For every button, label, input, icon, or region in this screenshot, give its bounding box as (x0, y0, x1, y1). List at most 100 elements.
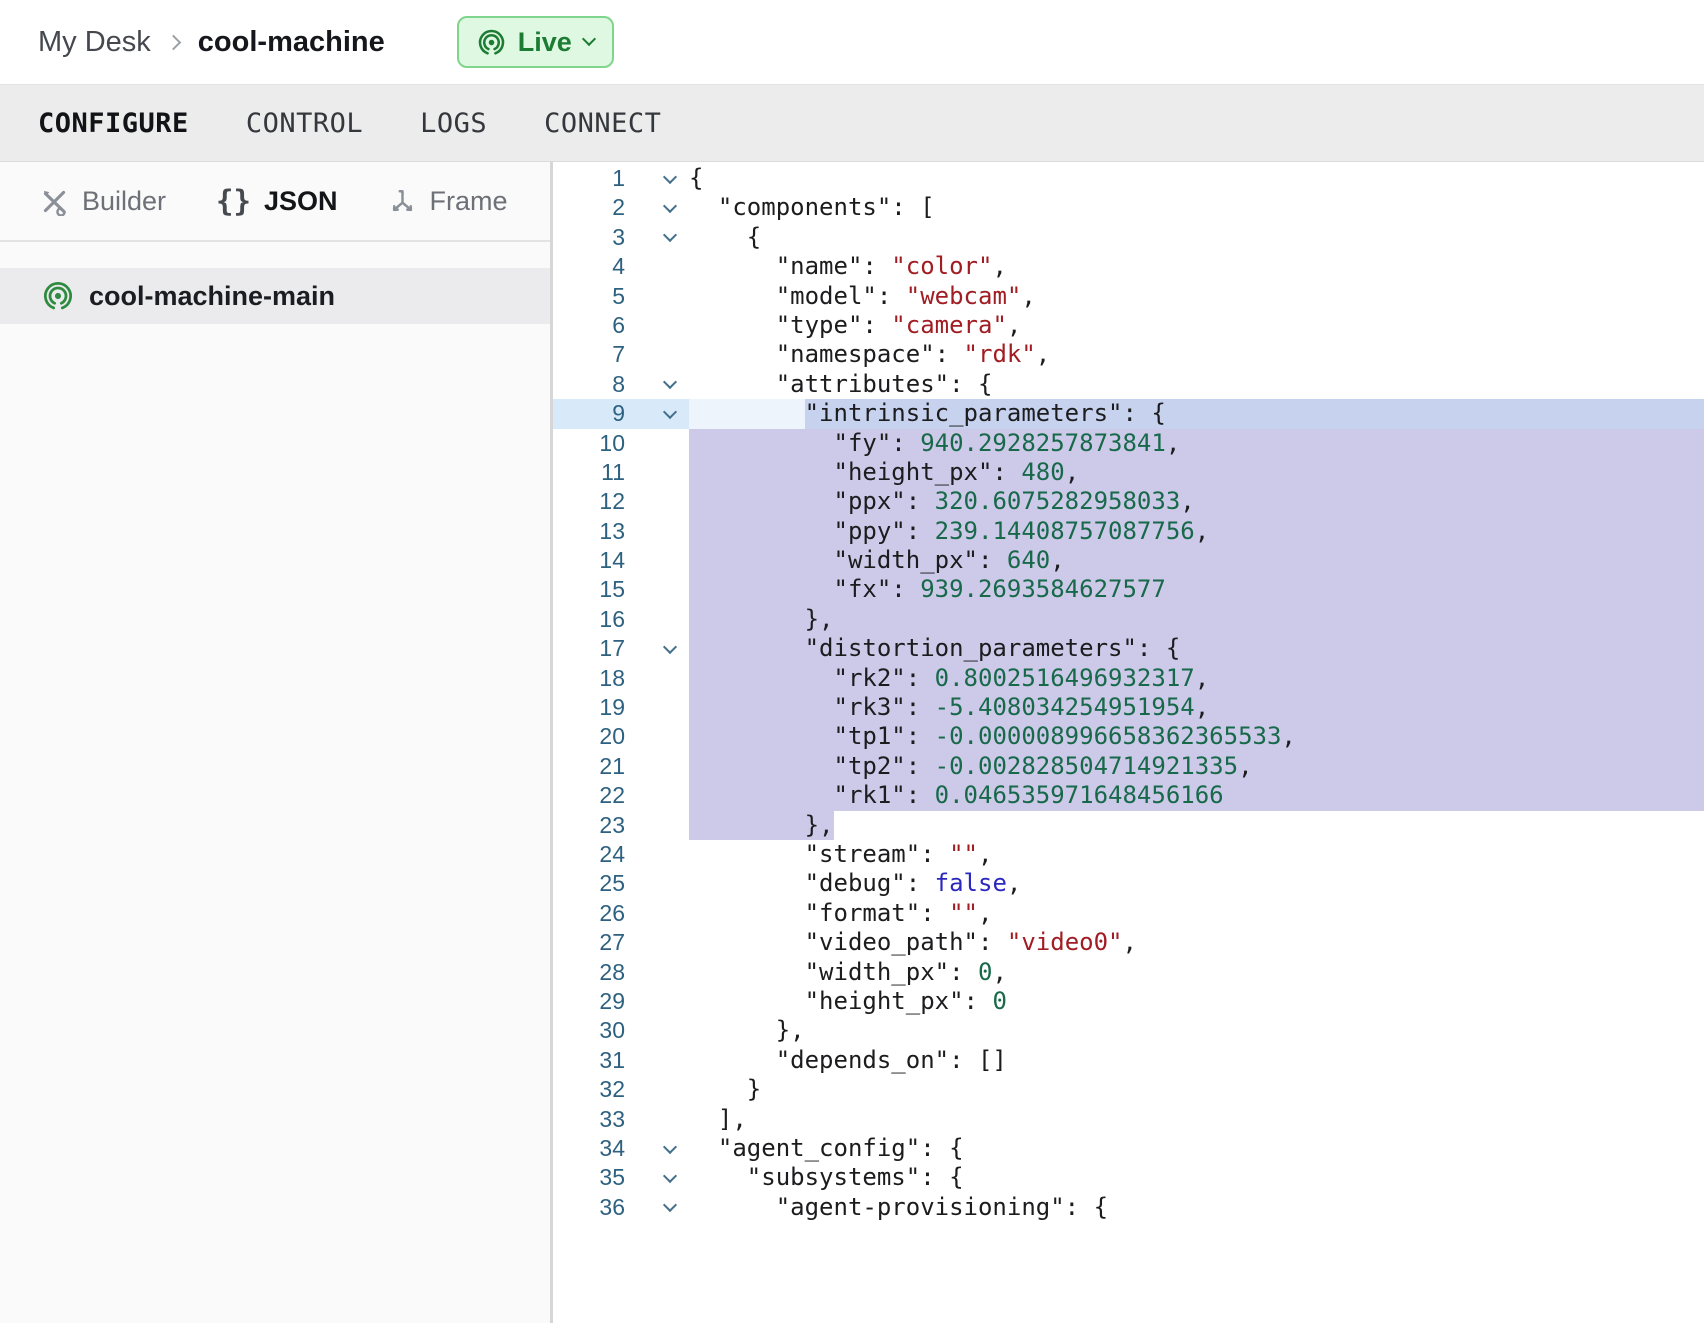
code-line[interactable]: 33 ], (553, 1105, 1704, 1134)
code-line[interactable]: 10 "fy": 940.2928257873841, (553, 429, 1704, 458)
fold-spacer (625, 987, 689, 1016)
code-token: "color" (891, 252, 992, 281)
fold-toggle[interactable] (625, 193, 689, 222)
line-number: 11 (553, 458, 625, 487)
code-line[interactable]: 12 "ppx": 320.6075282958033, (553, 487, 1704, 516)
code-token: "rk2": (689, 664, 935, 693)
machine-status-dropdown[interactable]: Live (457, 16, 614, 68)
json-code-editor[interactable]: 1{2 "components": [3 {4 "name": "color",… (553, 162, 1704, 1323)
code-text: "namespace": "rdk", (689, 340, 1704, 369)
code-line[interactable]: 34 "agent_config": { (553, 1134, 1704, 1163)
code-line[interactable]: 28 "width_px": 0, (553, 958, 1704, 987)
code-line[interactable]: 27 "video_path": "video0", (553, 928, 1704, 957)
code-text: "width_px": 640, (689, 546, 1704, 575)
code-line[interactable]: 30 }, (553, 1016, 1704, 1045)
code-token: 480 (1021, 458, 1064, 487)
fold-spacer (625, 928, 689, 957)
main-content: Builder {} JSON Frame (0, 162, 1704, 1323)
code-line[interactable]: 23 }, (553, 811, 1704, 840)
code-token: "rdk" (964, 340, 1036, 369)
sidebar-item-machine-part[interactable]: cool-machine-main (0, 268, 550, 324)
fold-toggle[interactable] (625, 1163, 689, 1192)
code-token: , (1021, 282, 1035, 311)
line-number: 12 (553, 487, 625, 516)
code-token: "format": (689, 899, 949, 928)
code-line[interactable]: 11 "height_px": 480, (553, 458, 1704, 487)
chevron-down-icon (663, 170, 677, 184)
tab-connect[interactable]: CONNECT (544, 108, 661, 139)
code-text: "agent-provisioning": { (689, 1193, 1704, 1222)
code-token: "agent-provisioning": { (689, 1193, 1108, 1222)
status-badge: Live (518, 27, 572, 58)
line-number: 1 (553, 164, 625, 193)
code-line[interactable]: 7 "namespace": "rdk", (553, 340, 1704, 369)
code-text: "intrinsic_parameters": { (689, 399, 1704, 428)
code-text: "agent_config": { (689, 1134, 1704, 1163)
code-line[interactable]: 29 "height_px": 0 (553, 987, 1704, 1016)
code-line[interactable]: 8 "attributes": { (553, 370, 1704, 399)
fold-spacer (625, 722, 689, 751)
code-line[interactable]: 18 "rk2": 0.8002516496932317, (553, 664, 1704, 693)
code-text: "rk3": -5.408034254951954, (689, 693, 1704, 722)
line-number: 21 (553, 752, 625, 781)
code-line[interactable]: 9 "intrinsic_parameters": { (553, 399, 1704, 428)
fold-toggle[interactable] (625, 164, 689, 193)
tab-configure[interactable]: CONFIGURE (38, 108, 189, 139)
fold-toggle[interactable] (625, 1193, 689, 1222)
code-line[interactable]: 32 } (553, 1075, 1704, 1104)
code-text: "format": "", (689, 899, 1704, 928)
line-number: 7 (553, 340, 625, 369)
code-line[interactable]: 6 "type": "camera", (553, 311, 1704, 340)
code-text: ], (689, 1105, 1704, 1134)
mode-frame-label: Frame (430, 186, 508, 217)
fold-toggle[interactable] (625, 399, 689, 428)
line-number: 9 (553, 399, 625, 428)
code-text: "name": "color", (689, 252, 1704, 281)
line-number: 17 (553, 634, 625, 663)
code-line[interactable]: 16 }, (553, 605, 1704, 634)
code-line[interactable]: 17 "distortion_parameters": { (553, 634, 1704, 663)
code-line[interactable]: 31 "depends_on": [] (553, 1046, 1704, 1075)
code-line[interactable]: 2 "components": [ (553, 193, 1704, 222)
mode-json[interactable]: {} JSON (216, 184, 337, 218)
code-line[interactable]: 20 "tp1": -0.000008996658362365533, (553, 722, 1704, 751)
line-number: 24 (553, 840, 625, 869)
code-line[interactable]: 21 "tp2": -0.002828504714921335, (553, 752, 1704, 781)
code-line[interactable]: 1{ (553, 164, 1704, 193)
code-token: -5.408034254951954 (935, 693, 1195, 722)
code-line[interactable]: 15 "fx": 939.2693584627577 (553, 575, 1704, 604)
chevron-down-icon (663, 1140, 677, 1154)
mode-frame[interactable]: Frame (388, 186, 508, 217)
code-line[interactable]: 5 "model": "webcam", (553, 282, 1704, 311)
fold-toggle[interactable] (625, 634, 689, 663)
code-token: , (1007, 869, 1021, 898)
code-line[interactable]: 13 "ppy": 239.14408757087756, (553, 517, 1704, 546)
fold-spacer (625, 869, 689, 898)
mode-builder[interactable]: Builder (40, 186, 166, 217)
code-line[interactable]: 24 "stream": "", (553, 840, 1704, 869)
code-line[interactable]: 25 "debug": false, (553, 869, 1704, 898)
code-line[interactable]: 35 "subsystems": { (553, 1163, 1704, 1192)
code-text: "subsystems": { (689, 1163, 1704, 1192)
code-text: "fx": 939.2693584627577 (689, 575, 1704, 604)
code-line[interactable]: 26 "format": "", (553, 899, 1704, 928)
code-line[interactable]: 36 "agent-provisioning": { (553, 1193, 1704, 1222)
code-line[interactable]: 3 { (553, 223, 1704, 252)
code-line[interactable]: 22 "rk1": 0.046535971648456166 (553, 781, 1704, 810)
fold-toggle[interactable] (625, 223, 689, 252)
tab-control[interactable]: CONTROL (246, 108, 363, 139)
frame-axes-icon (388, 187, 417, 216)
code-token: 940.2928257873841 (920, 429, 1166, 458)
breadcrumb-root[interactable]: My Desk (38, 26, 151, 59)
code-token: 640 (1007, 546, 1050, 575)
code-token: "name": (689, 252, 891, 281)
code-token: "components": [ (689, 193, 935, 222)
tab-logs[interactable]: LOGS (420, 108, 487, 139)
fold-toggle[interactable] (625, 370, 689, 399)
code-line[interactable]: 4 "name": "color", (553, 252, 1704, 281)
code-line[interactable]: 14 "width_px": 640, (553, 546, 1704, 575)
code-line[interactable]: 19 "rk3": -5.408034254951954, (553, 693, 1704, 722)
fold-toggle[interactable] (625, 1134, 689, 1163)
code-text: "stream": "", (689, 840, 1704, 869)
code-text: "tp1": -0.000008996658362365533, (689, 722, 1704, 751)
